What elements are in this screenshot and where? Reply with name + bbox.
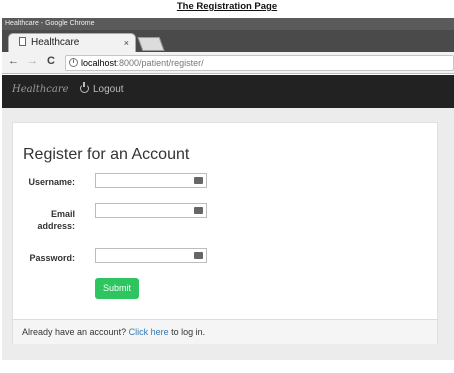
keyboard-icon (194, 252, 203, 259)
info-icon[interactable]: i (69, 58, 78, 67)
login-prompt-footer: Already have an account? Click here to l… (13, 319, 437, 344)
keyboard-icon (194, 177, 203, 184)
login-link[interactable]: Click here (129, 327, 169, 337)
email-label-line1: Email (50, 209, 75, 219)
email-label: Email address: (27, 208, 75, 232)
top-navbar: Healthcare Logout (2, 75, 454, 108)
username-input[interactable] (96, 177, 191, 191)
window-title: Healthcare - Google Chrome (5, 20, 95, 27)
footer-suffix: to log in. (168, 327, 206, 337)
password-field[interactable] (95, 248, 207, 266)
email-input[interactable] (96, 207, 191, 221)
email-field[interactable] (95, 203, 207, 221)
username-label: Username: (28, 177, 75, 187)
browser-tab[interactable]: Healthcare × (8, 33, 136, 52)
page-title: Register for an Account (23, 146, 190, 163)
submit-button[interactable]: Submit (95, 278, 139, 299)
url-host: localhost (81, 58, 117, 68)
tab-close-icon[interactable]: × (124, 34, 129, 52)
document-icon (19, 37, 26, 46)
logout-label: Logout (93, 84, 124, 95)
back-icon[interactable]: ← (8, 55, 19, 67)
tab-strip: Healthcare × (2, 30, 454, 52)
brand-logo[interactable]: Healthcare (12, 84, 69, 95)
window-titlebar: Healthcare - Google Chrome (2, 18, 454, 30)
new-tab-button[interactable] (137, 37, 165, 51)
footer-prefix: Already have an account? (22, 327, 129, 337)
url-path: :8000/patient/register/ (116, 58, 204, 68)
password-label: Password: (29, 253, 75, 263)
registration-panel: Register for an Account Username: Email … (12, 122, 438, 344)
power-icon (80, 82, 89, 93)
tab-title: Healthcare (31, 37, 80, 48)
figure-caption: The Registration Page (176, 1, 278, 12)
forward-icon[interactable]: → (27, 55, 38, 67)
username-field[interactable] (95, 173, 207, 191)
address-bar: ← → C i localhost:8000/patient/register/ (2, 52, 454, 74)
reload-icon[interactable]: C (47, 55, 55, 67)
logout-link[interactable]: Logout (80, 82, 124, 95)
email-label-line2: address: (37, 221, 75, 231)
url-input[interactable]: i localhost:8000/patient/register/ (65, 55, 454, 71)
keyboard-icon (194, 207, 203, 214)
password-input[interactable] (96, 252, 191, 266)
